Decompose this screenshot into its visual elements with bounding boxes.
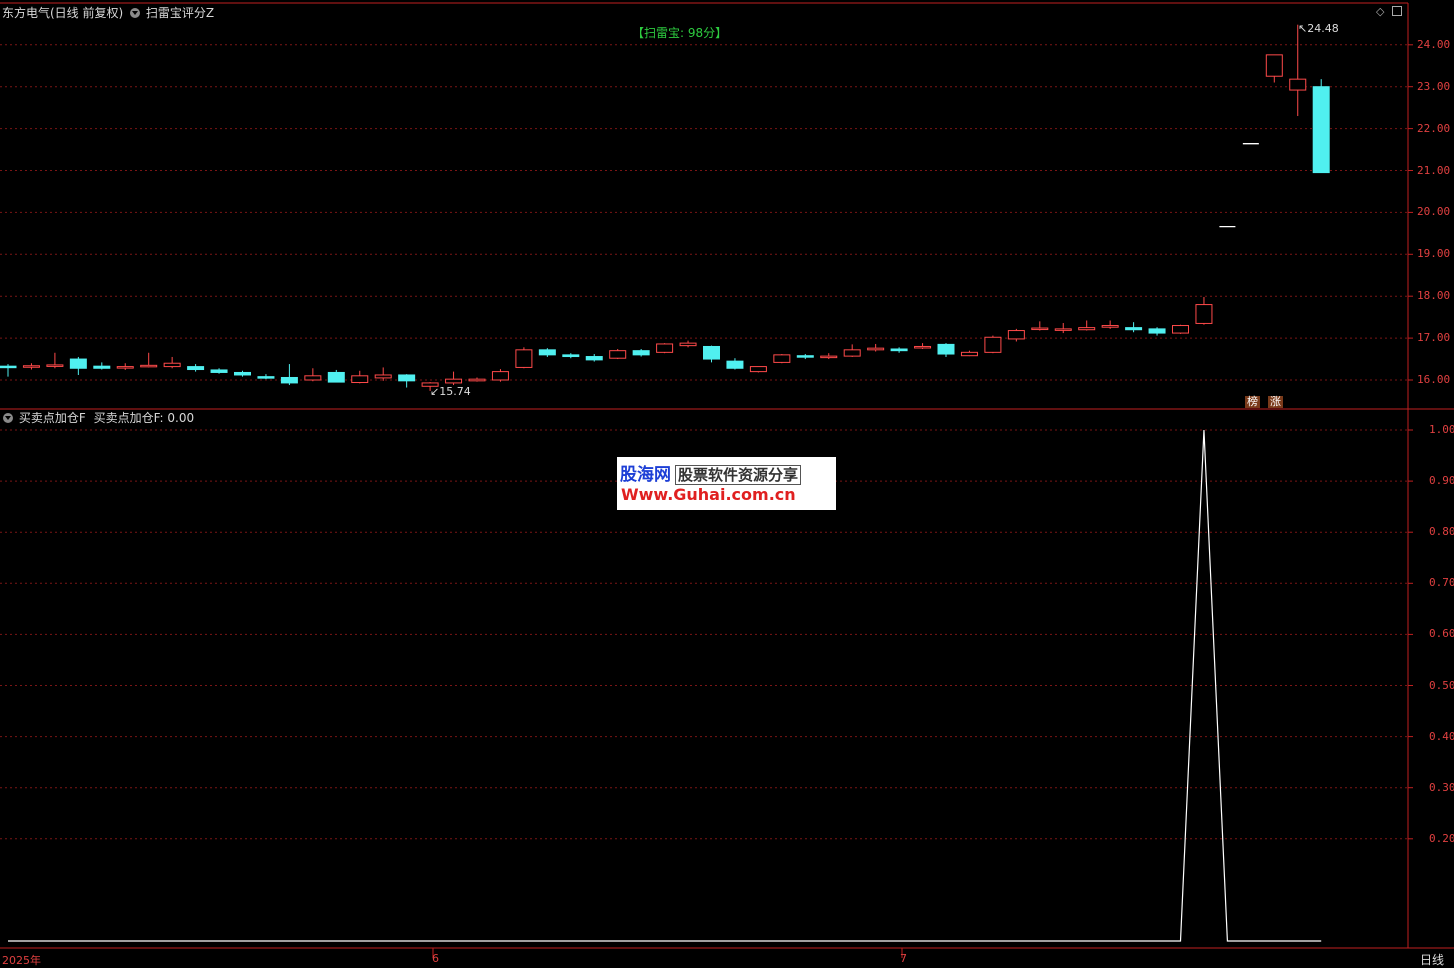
- candle-down: [937, 343, 955, 355]
- signal-tick-label: 1.00: [1429, 423, 1454, 436]
- indicator-dropdown-icon[interactable]: [3, 413, 13, 423]
- candle-up: [820, 355, 838, 359]
- candle-up: [491, 371, 509, 381]
- period-tab[interactable]: 日线: [1420, 951, 1444, 968]
- lower-indicator-name[interactable]: 买卖点加仓F: [19, 411, 86, 425]
- rise-badge[interactable]: 涨: [1268, 396, 1283, 408]
- indicator-title[interactable]: 扫雷宝评分Z: [146, 6, 214, 20]
- price-tick-label: 21.00: [1417, 163, 1451, 177]
- candle-down: [234, 371, 251, 376]
- candle-up: [1031, 327, 1049, 331]
- candle-down: [187, 366, 205, 371]
- low-price-label: 15.74: [439, 385, 471, 398]
- candle-up: [914, 345, 932, 349]
- stock-title[interactable]: 东方电气(日线 前复权): [2, 6, 123, 20]
- watermark-url: Www.Guhai.com.cn: [621, 485, 796, 504]
- price-tick-label: 24.00: [1417, 37, 1451, 51]
- candle-up: [374, 374, 392, 379]
- candle-up: [609, 350, 627, 359]
- candle-down: [69, 358, 87, 369]
- high-annotation: ↖24.48: [1298, 22, 1339, 35]
- candle-up: [304, 375, 322, 381]
- signal-tick-label: 0.50: [1429, 678, 1454, 692]
- candle-down: [890, 348, 908, 352]
- stock-chart-window: 东方电气(日线 前复权) 扫雷宝评分Z 【扫雷宝: 98分】 ◇ ↖24.48 …: [0, 0, 1454, 968]
- candle-down: [585, 356, 603, 361]
- indicator-dropdown-icon[interactable]: [130, 8, 141, 18]
- price-tick-label: 16.00: [1417, 373, 1451, 386]
- watermark-logo: 股海网 股票软件资源分享 Www.Guhai.com.cn: [617, 457, 836, 510]
- price-tick-label: 19.00: [1417, 247, 1451, 261]
- signal-tick-label: 0.80: [1429, 525, 1454, 539]
- lower-panel-header: 买卖点加仓F 买卖点加仓F: 0.00: [0, 411, 194, 425]
- candle-up: [656, 343, 674, 353]
- candle-up: [1007, 330, 1025, 340]
- candle-down: [796, 355, 814, 358]
- watermark-brand: 股海网: [620, 465, 671, 485]
- candle-down: [538, 349, 556, 356]
- candle-up: [1078, 327, 1096, 331]
- candle-down: [210, 369, 228, 373]
- date-label-june: 6: [432, 952, 439, 965]
- candle-up: [843, 349, 861, 357]
- signal-tick-label: 0.90: [1429, 474, 1454, 488]
- candle-down: [1312, 86, 1330, 174]
- candle-up: [116, 366, 134, 369]
- candle-up: [984, 336, 1002, 353]
- date-label-july: 7: [900, 952, 907, 965]
- price-tick-label: 23.00: [1417, 79, 1451, 93]
- candle-up: [1289, 78, 1307, 91]
- chart-header: 东方电气(日线 前复权) 扫雷宝评分Z: [2, 6, 214, 20]
- candle-down: [562, 354, 580, 358]
- price-tick-label: 20.00: [1417, 205, 1451, 219]
- signal-tick-label: 0.20: [1429, 831, 1454, 845]
- signal-tick-label: 0.60: [1429, 627, 1454, 641]
- candle-up: [351, 375, 369, 384]
- candle-down: [703, 345, 720, 360]
- signal-tick-label: 0.70: [1429, 576, 1454, 590]
- candle-up: [773, 354, 791, 363]
- candle-down: [1148, 328, 1166, 334]
- low-annotation: ↙15.74: [430, 385, 471, 398]
- candle-up: [515, 349, 533, 368]
- window-toggle-icon[interactable]: [1391, 6, 1402, 16]
- panel-controls: ◇: [1376, 5, 1402, 18]
- candle-up: [1195, 304, 1213, 324]
- candle-up: [867, 347, 885, 351]
- candle-up: [46, 364, 64, 367]
- high-price-label: 24.48: [1307, 22, 1339, 35]
- list-badge[interactable]: 榜: [1245, 396, 1260, 408]
- candle-down: [0, 365, 17, 369]
- price-tick-label: 22.00: [1417, 121, 1451, 135]
- candle-up: [679, 342, 697, 347]
- candle-down: [398, 374, 416, 382]
- signal-tick-label: 0.40: [1429, 729, 1454, 743]
- candle-up: [1054, 328, 1072, 331]
- score-label: 【扫雷宝: 98分】: [632, 26, 728, 40]
- candle-up: [140, 364, 158, 368]
- candle-down: [1125, 327, 1143, 331]
- watermark-slogan: 股票软件资源分享: [675, 465, 802, 485]
- candle-up: [163, 362, 181, 368]
- candle-down: [327, 371, 345, 383]
- candle-down: [257, 376, 275, 379]
- candle-up: [960, 351, 978, 357]
- candle-down: [632, 350, 650, 356]
- signal-tick-label: 0.30: [1429, 780, 1454, 794]
- candle-up: [1265, 54, 1283, 77]
- candle-up: [749, 366, 767, 373]
- price-tick-label: 17.00: [1417, 331, 1451, 345]
- candle-up: [445, 378, 463, 384]
- candle-up: [1101, 325, 1119, 328]
- candle-down: [726, 360, 744, 369]
- candle-down: [93, 365, 111, 369]
- candle-down: [280, 376, 298, 384]
- diamond-icon[interactable]: ◇: [1376, 5, 1384, 18]
- candle-up: [22, 365, 40, 368]
- price-tick-label: 18.00: [1417, 289, 1451, 303]
- candle-up: [1172, 325, 1189, 334]
- lower-indicator-value: 买卖点加仓F: 0.00: [93, 411, 195, 425]
- candle-up: [468, 378, 486, 382]
